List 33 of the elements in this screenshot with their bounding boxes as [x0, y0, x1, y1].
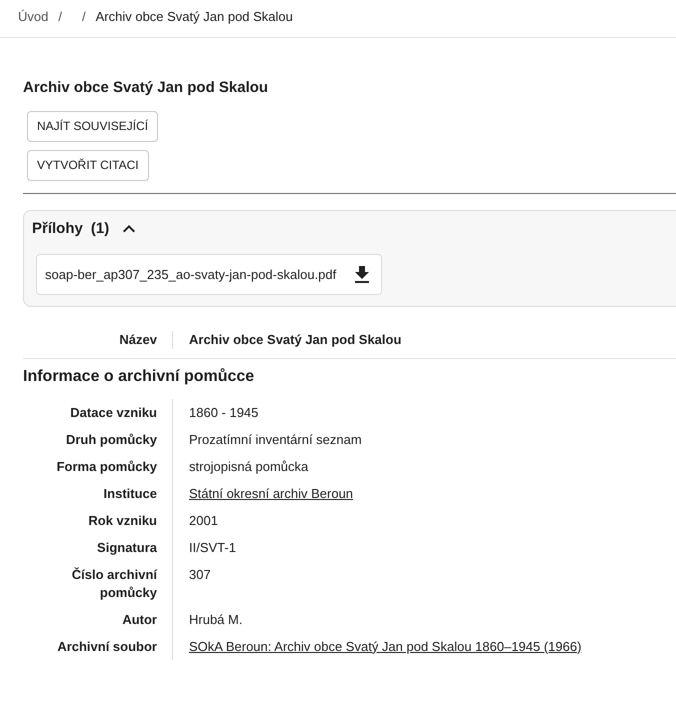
file-name: soap-ber_ap307_235_ao-svaty-jan-pod-skalou.pdf	[45, 266, 336, 284]
field-value: strojopisná pomůcka	[189, 458, 308, 474]
field-value: II/SVT-1	[189, 540, 236, 554]
chevron-up-icon[interactable]	[123, 225, 136, 233]
field-value: Archiv obce Svatý Jan pod Skalou	[189, 332, 402, 347]
action-button[interactable]: NAJÍT SOUVISEJÍCÍ	[27, 111, 158, 142]
breadcrumb-separator: /	[82, 8, 86, 26]
action-button[interactable]: VYTVOŘIT CITACI	[27, 150, 149, 181]
field-label: Autor	[121, 610, 157, 628]
breadcrumb-current: Archiv obce Svatý Jan pod Skalou	[96, 8, 293, 26]
page-title: Archiv obce Svatý Jan pod Skalou	[23, 78, 270, 98]
field-label: Signatura	[96, 538, 157, 557]
field-value: Hrubá M.	[189, 612, 242, 626]
field-link[interactable]: Státní okresní archiv Beroun	[189, 486, 354, 500]
breadcrumb-link[interactable]: Úvod	[18, 8, 48, 26]
download-icon[interactable]	[355, 266, 370, 283]
section-heading: Informace o archivní pomůcce	[23, 367, 256, 387]
field-label: Název	[118, 331, 157, 349]
field-value: 1860 - 1945	[189, 404, 258, 420]
field-label: Číslo archivní pomůcky	[70, 566, 157, 602]
field-label: Forma pomůcky	[56, 458, 157, 476]
field-label: Archivní soubor	[56, 638, 157, 656]
field-label: Druh pomůcky	[64, 430, 157, 449]
panel-title: Přílohy	[32, 219, 83, 239]
field-link[interactable]: SOkA Beroun: Archiv obce Svatý Jan pod Skalou 1860–1945 (1966)	[189, 638, 582, 654]
field-value: 307	[189, 566, 211, 582]
field-label: Instituce	[102, 484, 157, 502]
attachment-count: (1)	[90, 219, 110, 239]
field-label: Datace vzniku	[69, 404, 157, 422]
field-value: Prozatímní inventární seznam	[189, 432, 362, 446]
field-label: Rok vzniku	[87, 512, 157, 530]
field-value: 2001	[189, 512, 218, 528]
breadcrumb-separator: /	[58, 8, 62, 26]
